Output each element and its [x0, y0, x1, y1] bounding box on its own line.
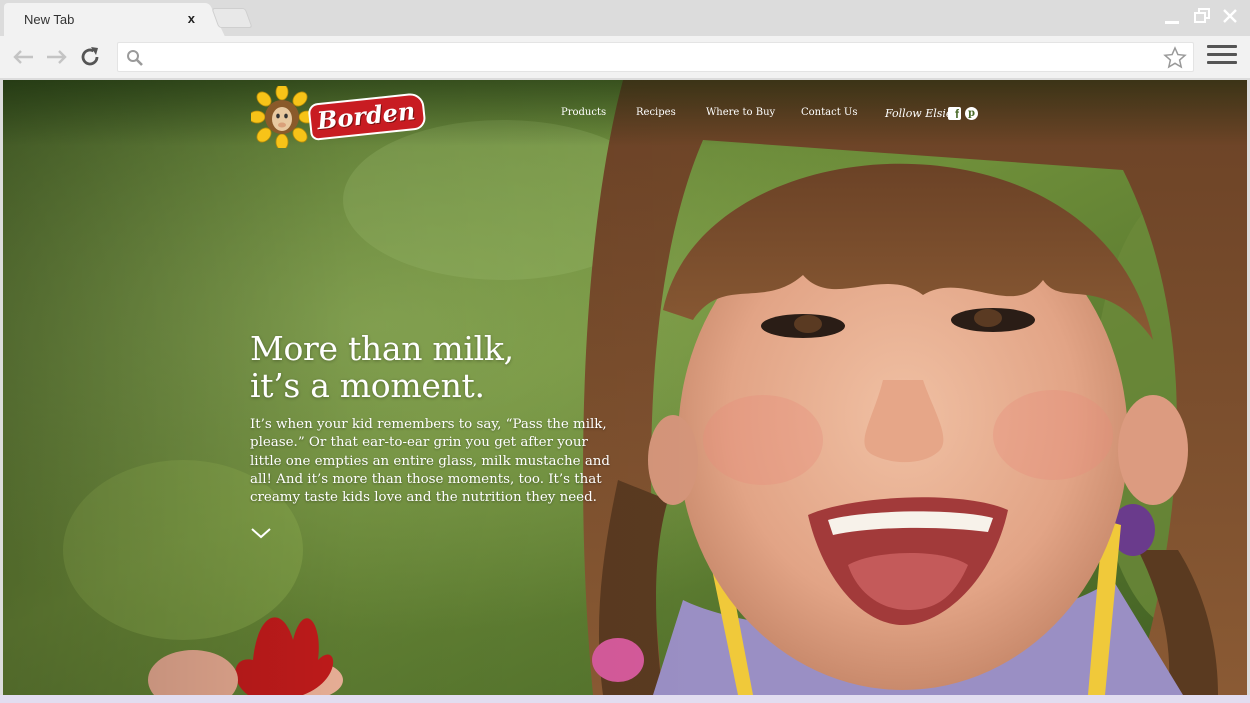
chevron-down-icon[interactable]	[250, 526, 272, 540]
page-viewport: Borden Products Recipes Where to Buy Con…	[3, 80, 1247, 695]
search-icon	[126, 49, 144, 72]
window-bottom-edge	[0, 695, 1250, 703]
site-header: Borden Products Recipes Where to Buy Con…	[3, 80, 1247, 148]
back-arrow-icon[interactable]	[10, 44, 36, 70]
restore-icon[interactable]	[1192, 8, 1212, 28]
minimize-icon[interactable]	[1162, 8, 1182, 28]
browser-tab[interactable]: New Tab x	[4, 3, 207, 36]
nav-recipes[interactable]: Recipes	[636, 107, 676, 118]
browser-window: New Tab x Borden Products Recipes Where …	[0, 0, 1250, 703]
nav-where-to-buy[interactable]: Where to Buy	[706, 107, 775, 118]
pinterest-icon[interactable]: p	[965, 107, 978, 120]
hero-title-line-2: it’s a moment.	[250, 366, 485, 405]
logo-text: Borden	[307, 92, 428, 141]
tab-strip: New Tab x	[0, 0, 1250, 36]
elsie-sunflower-icon	[251, 86, 313, 148]
hero-title-line-1: More than milk,	[250, 329, 514, 368]
address-input[interactable]	[152, 47, 1152, 67]
browser-toolbar	[0, 36, 1250, 78]
new-tab-button[interactable]	[211, 8, 253, 28]
tab-close-button[interactable]: x	[188, 11, 195, 26]
nav-contact-us[interactable]: Contact Us	[801, 107, 857, 118]
tab-title: New Tab	[24, 12, 75, 27]
hero-body-text: It’s when your kid remembers to say, “Pa…	[250, 417, 610, 506]
facebook-glyph: f	[955, 107, 959, 121]
follow-elsie-label: Follow Elsie	[885, 107, 953, 120]
close-icon[interactable]	[1220, 8, 1240, 28]
hero-title: More than milk, it’s a moment.	[250, 330, 630, 404]
forward-arrow-icon[interactable]	[44, 44, 70, 70]
hamburger-menu-icon[interactable]	[1207, 45, 1237, 69]
pinterest-glyph: p	[968, 108, 975, 119]
facebook-icon[interactable]: f	[948, 107, 961, 121]
nav-products[interactable]: Products	[561, 107, 606, 118]
star-icon[interactable]	[1163, 46, 1187, 75]
borden-logo[interactable]: Borden	[251, 86, 428, 148]
reload-icon[interactable]	[77, 44, 103, 70]
address-bar[interactable]	[117, 42, 1194, 72]
